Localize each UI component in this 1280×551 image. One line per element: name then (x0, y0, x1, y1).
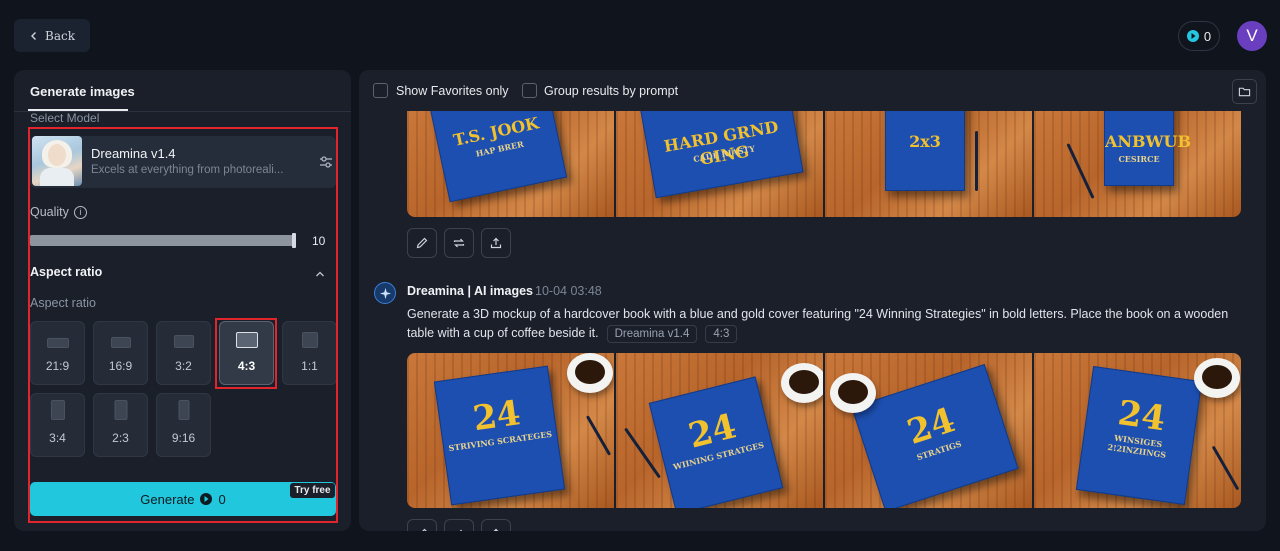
pencil-icon (416, 237, 428, 249)
previous-result-image-1[interactable]: T.S. JOOK HAP BRER (407, 111, 614, 217)
coffee-cup (781, 363, 823, 403)
edit-button[interactable] (407, 228, 437, 258)
regenerate-button-2[interactable] (444, 519, 474, 531)
book-cover: 24 STRATIGS (851, 364, 1019, 508)
upload-icon (493, 528, 499, 531)
book-cover: HARD GRND GING CADE RIASTY (638, 111, 804, 199)
prompt-body: Generate a 3D mockup of a hardcover book… (407, 307, 1229, 340)
result-image-4[interactable]: 24 WINSIGES 2!2INZIINGS (1034, 353, 1241, 508)
credits-badge[interactable]: 0 (1178, 21, 1220, 51)
pencil-icon (422, 528, 427, 531)
panel-tabbar: Generate images (14, 70, 351, 112)
group-results-checkbox[interactable] (522, 83, 537, 98)
book-title: ANBWUB (1105, 132, 1192, 151)
pen (1066, 143, 1095, 199)
folder-icon (1238, 87, 1251, 97)
book-cover: 2x3 (885, 111, 965, 191)
book-cover: ANBWUB CESIRCE (1104, 111, 1192, 186)
back-label: Back (45, 28, 75, 43)
export-button[interactable] (481, 228, 511, 258)
coffee-cup (1194, 358, 1240, 398)
back-button[interactable]: Back (14, 19, 90, 52)
credit-icon (1186, 30, 1199, 42)
highlight-box (28, 127, 338, 523)
select-model-label: Select Model (30, 111, 100, 125)
prompt-text: Generate a 3D mockup of a hardcover book… (407, 305, 1247, 343)
book-cover: 24 WINSIGES 2!2INZIINGS (1075, 365, 1203, 506)
tab-generate-images[interactable]: Generate images (30, 84, 135, 99)
previous-result-image-4[interactable]: ANBWUB CESIRCE (1034, 111, 1241, 217)
result-timestamp: 10-04 03:48 (535, 284, 602, 298)
pen (975, 131, 978, 191)
results-toolbar: Show Favorites only Group results by pro… (359, 70, 1266, 111)
pen (624, 427, 661, 479)
dreamina-logo-icon (374, 282, 396, 304)
book-cover: 24 WIINING STRATGES (648, 376, 784, 508)
selected-ratio-highlight (215, 318, 277, 389)
export-button-2[interactable] (481, 519, 511, 531)
show-favorites-checkbox[interactable] (373, 83, 388, 98)
result-image-2[interactable]: 24 WIINING STRATGES (616, 353, 823, 508)
result-author: Dreamina | AI images (407, 284, 534, 298)
upload-icon (490, 237, 502, 249)
pen (585, 415, 612, 456)
book-subtitle: CESIRCE (1118, 154, 1160, 164)
generate-panel: Generate images Select Model Dreamina v1… (14, 70, 351, 531)
show-favorites-label: Show Favorites only (396, 84, 509, 98)
result-image-1[interactable]: 24 STRIVING SCRATEGES (407, 353, 614, 508)
book-cover: 24 STRIVING SCRATEGES (433, 365, 566, 506)
chevron-left-icon (31, 31, 37, 40)
repeat-icon (453, 238, 465, 248)
coffee-cup (830, 373, 876, 413)
previous-result-image-2[interactable]: HARD GRND GING CADE RIASTY (616, 111, 823, 217)
result-image-3[interactable]: 24 STRATIGS (825, 353, 1032, 508)
ratio-tag[interactable]: 4:3 (705, 325, 738, 343)
edit-button-2[interactable] (407, 519, 437, 531)
previous-result-image-3[interactable]: 2x3 (825, 111, 1032, 217)
folder-button[interactable] (1232, 79, 1257, 104)
repeat-icon (460, 529, 463, 531)
coffee-cup (567, 353, 613, 393)
avatar[interactable]: V (1237, 21, 1267, 51)
results-panel: Show Favorites only Group results by pro… (359, 70, 1266, 531)
model-tag[interactable]: Dreamina v1.4 (606, 325, 698, 343)
regenerate-button[interactable] (444, 228, 474, 258)
book-title: 2x3 (909, 132, 941, 151)
pen (1211, 445, 1240, 491)
book-cover: T.S. JOOK HAP BRER (426, 111, 568, 203)
group-results-label: Group results by prompt (544, 84, 679, 98)
credits-count: 0 (1203, 28, 1212, 44)
